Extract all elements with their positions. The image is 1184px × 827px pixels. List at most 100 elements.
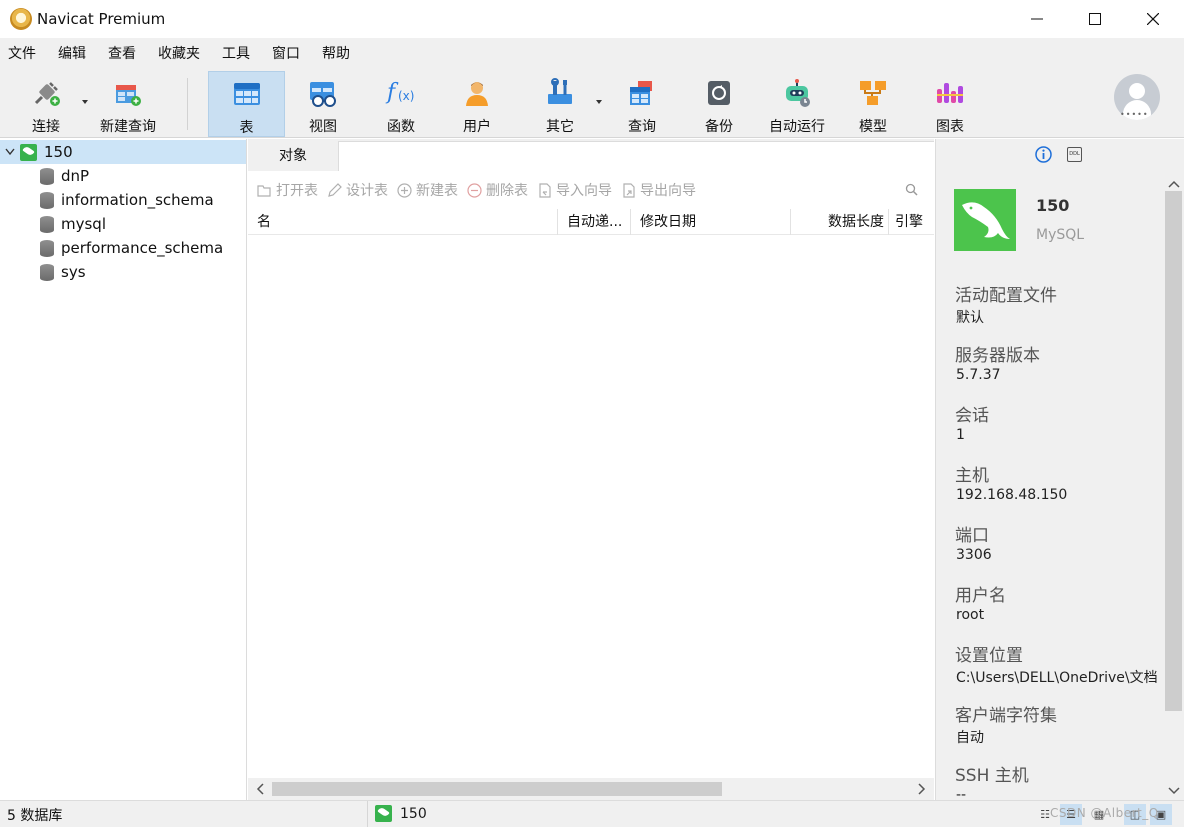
database-name: mysql [61, 215, 106, 233]
autorun-label: 自动运行 [769, 119, 825, 135]
object-grid[interactable] [248, 235, 934, 778]
database-icon [40, 239, 54, 257]
connection-name: 150 [44, 143, 73, 161]
tree-db-information-schema[interactable]: information_schema [0, 188, 246, 212]
object-panel: 对象 打开表 设计表 新建表 删除表 导入向导 导出向导 名 自动递... 修改… [248, 139, 934, 800]
menu-view[interactable]: 查看 [97, 38, 147, 70]
scroll-left-icon[interactable] [256, 783, 264, 799]
export-wizard-button[interactable]: 导出向导 [621, 180, 696, 200]
info-label-username: 用户名 [955, 586, 1006, 606]
model-button[interactable]: 模型 [844, 71, 902, 137]
query-button[interactable]: 查询 [613, 71, 671, 137]
open-table-label: 打开表 [276, 183, 318, 199]
table-button[interactable]: 表 [208, 71, 285, 137]
col-auto-increment[interactable]: 自动递... [558, 209, 631, 235]
info-value-sessions: 1 [956, 427, 965, 443]
menu-edit[interactable]: 编辑 [47, 38, 97, 70]
info-label-profile: 活动配置文件 [955, 286, 1057, 306]
database-icon [40, 167, 54, 185]
add-circle-icon [397, 182, 412, 198]
other-dropdown-icon[interactable] [596, 100, 602, 104]
backup-button[interactable]: 备份 [690, 71, 748, 137]
scroll-down-icon[interactable] [1168, 783, 1180, 799]
other-label: 其它 [546, 119, 574, 135]
database-name: sys [61, 263, 86, 281]
scroll-right-icon[interactable] [918, 783, 926, 799]
folder-open-icon [257, 183, 272, 198]
svg-text:f: f [385, 80, 399, 105]
info-label-host: 主机 [955, 466, 989, 486]
info-tab-icon[interactable] [1035, 146, 1052, 167]
function-button[interactable]: f (x) 函数 [372, 71, 430, 137]
view-button[interactable]: 视图 [294, 71, 352, 137]
title-bar: Navicat Premium [0, 0, 1184, 38]
close-button[interactable] [1124, 0, 1182, 38]
tree-connection-150[interactable]: 150 [0, 140, 246, 164]
view-icon [307, 77, 339, 109]
tab-objects[interactable]: 对象 [248, 140, 338, 171]
connect-dropdown-icon[interactable] [82, 100, 88, 104]
tree-db-mysql[interactable]: mysql [0, 212, 246, 236]
database-icon [40, 263, 54, 281]
object-toolbar: 打开表 设计表 新建表 删除表 导入向导 导出向导 [248, 171, 934, 209]
tree-db-sys[interactable]: sys [0, 260, 246, 284]
delete-table-button[interactable]: 删除表 [467, 180, 528, 200]
import-wizard-button[interactable]: 导入向导 [537, 180, 612, 200]
tree-db-dnp[interactable]: dnP [0, 164, 246, 188]
info-label-client-charset: 客户端字符集 [955, 706, 1057, 726]
ddl-tab-icon[interactable]: DDL [1067, 147, 1082, 162]
status-separator [367, 801, 368, 827]
info-value-ssh-host: -- [956, 787, 967, 800]
new-table-button[interactable]: 新建表 [397, 180, 458, 200]
status-connection: 150 [375, 805, 427, 822]
mysql-dolphin-icon [954, 189, 1016, 251]
status-database-count: 5 数据库 [7, 808, 63, 824]
col-name[interactable]: 名 [248, 209, 558, 235]
navicat-logo-icon [10, 8, 32, 30]
horizontal-scroll-thumb[interactable] [272, 782, 722, 796]
scroll-up-icon[interactable] [1168, 176, 1180, 192]
search-icon[interactable] [905, 183, 918, 200]
info-label-ssh-host: SSH 主机 [955, 766, 1029, 786]
tab-strip-empty [338, 141, 934, 171]
query-icon [626, 77, 658, 109]
chevron-down-icon[interactable] [2, 148, 18, 156]
robot-icon [781, 77, 813, 109]
user-label: 用户 [463, 119, 491, 135]
vertical-scroll-thumb[interactable] [1165, 191, 1182, 711]
chart-button[interactable]: 图表 [921, 71, 979, 137]
col-data-length[interactable]: 数据长度 [791, 209, 889, 235]
column-header-row: 名 自动递... 修改日期 数据长度 引擎 [248, 209, 934, 235]
autorun-button[interactable]: 自动运行 [764, 71, 830, 137]
mysql-connection-icon [375, 805, 392, 822]
horizontal-scrollbar[interactable] [248, 778, 934, 800]
col-engine[interactable]: 引擎 [889, 209, 934, 235]
maximize-button[interactable] [1066, 0, 1124, 38]
connect-button[interactable]: 连接 [16, 71, 76, 137]
table-icon [231, 78, 263, 110]
status-connection-name: 150 [400, 805, 427, 822]
menu-help[interactable]: 帮助 [311, 38, 361, 70]
col-modified-date[interactable]: 修改日期 [631, 209, 791, 235]
maximize-icon [1089, 13, 1101, 25]
import-icon [537, 182, 552, 198]
menu-window[interactable]: 窗口 [261, 38, 311, 70]
new-query-label: 新建查询 [100, 119, 156, 135]
new-query-button[interactable]: 新建查询 [95, 71, 161, 137]
vertical-scrollbar[interactable] [1163, 171, 1184, 800]
model-label: 模型 [859, 119, 887, 135]
tab-strip: 对象 [248, 139, 934, 171]
other-button[interactable]: 其它 [531, 71, 589, 137]
menu-favorites[interactable]: 收藏夹 [147, 38, 211, 70]
open-table-button[interactable]: 打开表 [257, 180, 318, 200]
menu-tools[interactable]: 工具 [211, 38, 261, 70]
import-wizard-label: 导入向导 [556, 183, 612, 199]
design-table-label: 设计表 [346, 183, 388, 199]
backup-icon [703, 77, 735, 109]
design-table-button[interactable]: 设计表 [327, 180, 388, 200]
menu-file[interactable]: 文件 [0, 38, 47, 70]
user-button[interactable]: 用户 [448, 71, 506, 137]
tree-db-performance-schema[interactable]: performance_schema [0, 236, 246, 260]
minimize-button[interactable] [1008, 0, 1066, 38]
info-value-client-charset: 自动 [956, 730, 984, 746]
